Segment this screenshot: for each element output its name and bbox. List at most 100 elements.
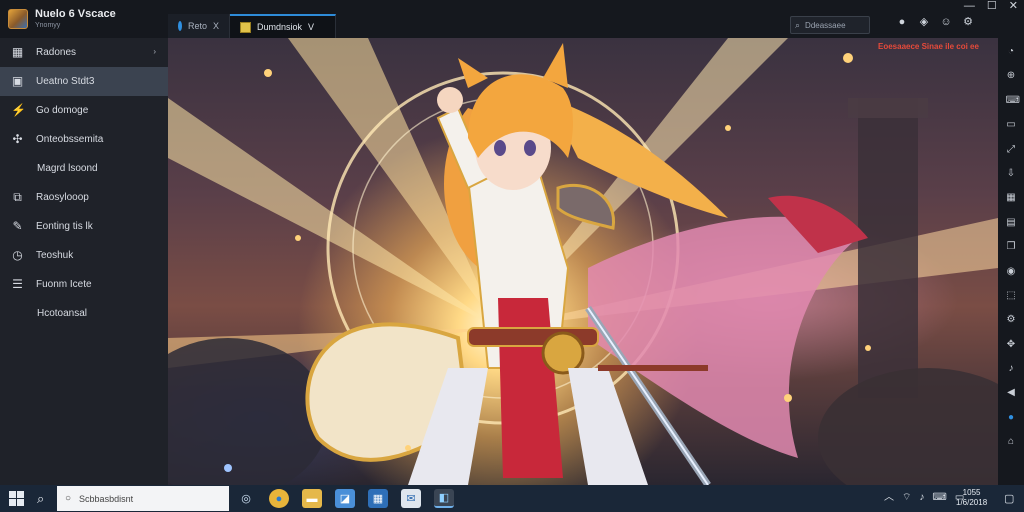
settings-icon[interactable]: ⚙: [1006, 314, 1017, 325]
volume-icon[interactable]: ♪: [1006, 363, 1017, 374]
right-toolbar: ◔ ⊕ ⌨ ▭ ⤢ ⇩ ▦ ▤ ❐ ◉ ⬚ ⚙ ✥ ♪ ◀ ● ⌂: [998, 38, 1024, 485]
photos-icon[interactable]: ◪: [335, 489, 355, 508]
app-title: Nuelo 6 Vscace: [35, 8, 116, 20]
app-subtitle: Ynomyy: [35, 22, 61, 29]
keyboard-icon[interactable]: ⌨: [1006, 95, 1020, 106]
sidebar-item-label: Go domoge: [36, 105, 89, 116]
clock-time: 1055: [962, 488, 981, 497]
network-icon[interactable]: ⌔: [902, 492, 911, 504]
game-screen[interactable]: Eoesaaece Sinae ile coi ee: [168, 38, 998, 485]
app-logo: [8, 9, 28, 29]
notice-text: Eoesaaece Sinae ile coi ee: [878, 42, 979, 51]
search-box[interactable]: ⌕ Ddeassaee: [790, 16, 870, 34]
search-icon: ⌕: [795, 19, 801, 30]
bell-icon[interactable]: ◔: [1006, 46, 1017, 57]
sidebar-item-teoshuk[interactable]: ◷ Teoshuk: [0, 241, 168, 270]
window-icon[interactable]: ❐: [1006, 241, 1017, 252]
taskbar-search-input[interactable]: Scbbasbdisnt: [79, 494, 133, 504]
controller-icon: ✣: [12, 132, 23, 146]
minimize-button[interactable]: —: [964, 0, 975, 12]
maximize-button[interactable]: ☐: [987, 0, 997, 12]
tab-dumdnsiok[interactable]: Dumdnsiok V: [230, 14, 336, 38]
brand: Nuelo 6 Vscace Ynomyy: [0, 0, 168, 38]
grid-icon[interactable]: ▦: [1006, 192, 1017, 203]
sidebar-item-label: Fuonm Icete: [36, 279, 92, 290]
sidebar: ▦ Radones › ▣ Ueatno Stdt3 ⚡ Go domoge ✣…: [0, 38, 168, 485]
os-taskbar: ⌕ ○ Scbbasbdisnt ◎ ● ▬ ◪ ▦ ✉ ◧ ︿ ⌔ ♪ ⌨ ▭…: [0, 485, 1024, 512]
home-icon[interactable]: ⌂: [1006, 436, 1017, 447]
shield-icon[interactable]: ◈: [918, 16, 930, 28]
download-icon[interactable]: ⇩: [1006, 168, 1017, 179]
smile-icon[interactable]: ☺: [940, 16, 952, 28]
app-icon: [240, 21, 251, 33]
compass-icon: ◷: [12, 248, 23, 262]
sidebar-item-radones[interactable]: ▦ Radones ›: [0, 38, 168, 67]
circle-icon: ○: [65, 493, 72, 504]
sidebar-item-label: Raosylooop: [36, 192, 89, 203]
search-input[interactable]: Ddeassaee: [805, 21, 845, 30]
library-icon: ▣: [11, 74, 24, 88]
sidebar-item-label: Teoshuk: [36, 250, 74, 261]
gear-icon[interactable]: ⚙: [962, 16, 974, 28]
notification-icon[interactable]: ▢: [1004, 492, 1014, 505]
tab-reto[interactable]: Reto X: [168, 14, 230, 38]
tab-label: Reto: [187, 21, 207, 31]
back-icon[interactable]: ◀: [1006, 387, 1017, 398]
list-icon: ☰: [12, 277, 23, 291]
sidebar-item-label: Radones: [36, 47, 77, 58]
taskbar-apps: ◎ ● ▬ ◪ ▦ ✉ ◧: [236, 489, 454, 508]
raised-fist: [437, 87, 463, 113]
user-icon[interactable]: ●: [896, 16, 908, 28]
sidebar-item-onteobssemita[interactable]: ✣ Onteobssemita: [0, 125, 168, 154]
emulator-icon[interactable]: ◧: [434, 489, 454, 508]
move-icon[interactable]: ✥: [1006, 339, 1017, 350]
cortana-icon[interactable]: ◎: [236, 489, 256, 508]
globe-icon: [178, 21, 182, 31]
tab-close-button[interactable]: X: [213, 21, 219, 31]
tab-close-button[interactable]: V: [308, 22, 314, 32]
sidebar-item-hcotoansal[interactable]: Hcotoansal: [0, 299, 168, 328]
sidebar-item-magrd-lsoond[interactable]: Magrd lsoond: [0, 154, 168, 183]
sidebar-item-raosylooop[interactable]: ⧉ Raosylooop: [0, 183, 168, 212]
folder-icon[interactable]: ▬: [302, 489, 322, 508]
windows-start-icon[interactable]: [9, 491, 24, 506]
expand-icon[interactable]: ⤢: [1006, 144, 1017, 155]
sidebar-item-label: Onteobssemita: [36, 134, 104, 145]
sidebar-item-fuonm-icete[interactable]: ☰ Fuonm Icete: [0, 270, 168, 299]
shoulder-armor: [556, 183, 615, 230]
search-icon[interactable]: ⌕: [37, 491, 44, 506]
taskbar-search[interactable]: ○ Scbbasbdisnt: [57, 486, 229, 511]
character-cape-right: [588, 216, 858, 458]
chevron-up-icon[interactable]: ︿: [884, 492, 894, 504]
chevron-right-icon: ›: [153, 47, 156, 56]
tab-label: Dumdnsiok: [257, 22, 303, 32]
wrench-icon: ✎: [12, 219, 23, 233]
sidebar-item-label: Hcotoansal: [37, 308, 88, 319]
capture-icon[interactable]: ⬚: [1006, 290, 1017, 301]
camera-icon[interactable]: ◉: [1006, 266, 1017, 277]
bolt-icon: ⚡: [11, 103, 26, 117]
title-bar: Nuelo 6 Vscace Ynomyy Reto X Dumdnsiok V…: [0, 0, 1024, 38]
sidebar-item-label: Ueatno Stdt3: [36, 76, 95, 87]
monitor-icon[interactable]: ▭: [1006, 119, 1017, 130]
chrome-icon[interactable]: ●: [269, 489, 289, 508]
tab-bar: Reto X Dumdnsiok V: [168, 14, 336, 38]
volume-icon[interactable]: ♪: [919, 492, 924, 504]
clock-date: 1/6/2018: [956, 498, 988, 507]
sidebar-item-label: Eonting tis lk: [36, 221, 93, 232]
system-tray: ︿ ⌔ ♪ ⌨ ▭: [884, 492, 964, 504]
table-icon[interactable]: ▤: [1006, 217, 1017, 228]
stone-pillar: [858, 98, 918, 398]
blue-app-icon[interactable]: ●: [1006, 412, 1017, 423]
keyboard-icon[interactable]: ⌨: [932, 492, 946, 504]
window-controls: — ☐ ✕: [964, 0, 1018, 12]
clock[interactable]: 1055 1/6/2018: [956, 488, 987, 508]
sidebar-item-eonting[interactable]: ✎ Eonting tis lk: [0, 212, 168, 241]
sidebar-item-go-domoge[interactable]: ⚡ Go domoge: [0, 96, 168, 125]
store-icon[interactable]: ▦: [368, 489, 388, 508]
close-button[interactable]: ✕: [1009, 0, 1018, 12]
plus-icon[interactable]: ⊕: [1006, 70, 1017, 81]
mail-icon[interactable]: ✉: [401, 489, 421, 508]
sidebar-item-library[interactable]: ▣ Ueatno Stdt3: [0, 67, 168, 96]
store-icon: ⧉: [13, 190, 22, 204]
